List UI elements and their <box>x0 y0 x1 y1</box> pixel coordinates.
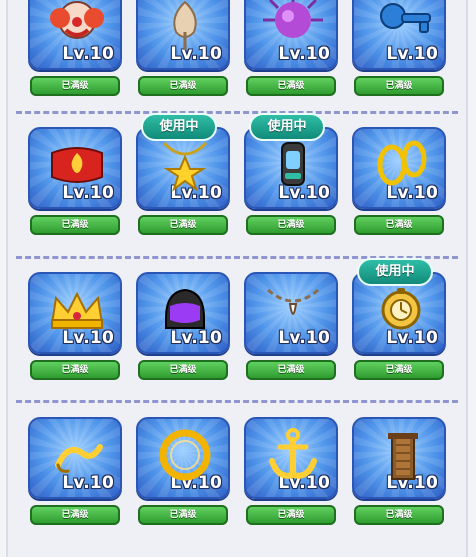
smartwatch-icon <box>281 142 305 186</box>
max-level-button[interactable]: 已满级 <box>354 505 444 525</box>
max-level-button[interactable]: 已满级 <box>30 215 120 235</box>
item-card[interactable]: Lv.10 已满级 <box>244 0 338 108</box>
item-card[interactable]: Lv.10 已满级 <box>244 272 338 392</box>
item-tile[interactable]: Lv.10 <box>352 417 446 499</box>
max-level-button[interactable]: 已满级 <box>30 76 120 96</box>
item-tile[interactable]: Lv.10 <box>244 417 338 499</box>
star-necklace-icon <box>162 141 208 192</box>
item-card[interactable]: Lv.10 已满级 <box>28 0 122 108</box>
blue-key-icon <box>380 3 431 33</box>
item-card[interactable]: Lv.10 已满级 <box>28 417 122 537</box>
row-separator <box>16 400 458 403</box>
row-separator <box>16 111 458 114</box>
max-level-button[interactable]: 已满级 <box>246 360 336 380</box>
item-card[interactable]: Lv.10 已满级 <box>136 417 230 537</box>
item-tile[interactable]: Lv.10 <box>136 417 230 499</box>
anchor-icon <box>269 428 317 479</box>
max-level-button[interactable]: 已满级 <box>354 360 444 380</box>
item-card[interactable]: Lv.10 已满级 <box>136 272 230 392</box>
max-level-button[interactable]: 已满级 <box>246 76 336 96</box>
item-tile[interactable]: Lv.10 <box>28 272 122 354</box>
item-tile[interactable]: Lv.10 <box>28 417 122 499</box>
max-level-button[interactable]: 已满级 <box>354 215 444 235</box>
crown-icon <box>50 291 104 329</box>
item-card[interactable]: Lv.10 已满级 <box>244 417 338 537</box>
in-use-badge: 使用中 <box>141 113 217 141</box>
max-level-button[interactable]: 已满级 <box>138 76 228 96</box>
max-level-button[interactable]: 已满级 <box>246 215 336 235</box>
max-level-button[interactable]: 已满级 <box>246 505 336 525</box>
max-level-button[interactable]: 已满级 <box>30 360 120 380</box>
item-card[interactable]: Lv.10 已满级 <box>352 127 446 247</box>
tooth-necklace-icon <box>267 288 319 315</box>
item-tile[interactable]: Lv.10 <box>352 0 446 70</box>
item-card[interactable]: Lv.10 已满级 <box>136 0 230 108</box>
item-grid: Lv.10 已满级 Lv.10 已满级 Lv.10 已满级 Lv.10 已满级 … <box>8 0 466 557</box>
item-tile[interactable]: Lv.10 <box>352 127 446 209</box>
item-card[interactable]: Lv.10 已满级 <box>28 272 122 392</box>
clown-mask-icon <box>50 1 104 39</box>
skyscraper-icon <box>388 433 418 480</box>
gold-ring-icon <box>159 429 211 481</box>
pocket-watch-icon <box>381 288 421 330</box>
max-level-button[interactable]: 已满级 <box>138 360 228 380</box>
item-tile[interactable]: Lv.10 <box>136 0 230 70</box>
item-tile[interactable]: Lv.10 <box>244 0 338 70</box>
gold-scroll-icon <box>55 444 103 473</box>
max-level-button[interactable]: 已满级 <box>138 215 228 235</box>
item-card[interactable]: 使用中 Lv.10 已满级 <box>352 258 446 392</box>
item-tile[interactable]: Lv.10 <box>28 127 122 209</box>
in-use-badge: 使用中 <box>357 258 433 286</box>
item-card[interactable]: 使用中 Lv.10 已满级 <box>244 113 338 247</box>
item-tile[interactable]: Lv.10 <box>28 0 122 70</box>
fire-wristband-icon <box>51 147 103 183</box>
max-level-button[interactable]: 已满级 <box>354 76 444 96</box>
in-use-badge: 使用中 <box>249 113 325 141</box>
item-card[interactable]: Lv.10 已满级 <box>352 417 446 537</box>
item-tile[interactable]: Lv.10 <box>136 272 230 354</box>
max-level-button[interactable]: 已满级 <box>138 505 228 525</box>
item-tile[interactable]: Lv.10 <box>244 272 338 354</box>
item-card[interactable]: Lv.10 已满级 <box>352 0 446 108</box>
helmet-icon <box>165 288 205 329</box>
purple-sea-urchin-icon <box>263 0 323 38</box>
item-card[interactable]: 使用中 Lv.10 已满级 <box>136 113 230 247</box>
gold-earrings-icon <box>377 140 427 186</box>
item-card[interactable]: Lv.10 已满级 <box>28 127 122 247</box>
max-level-button[interactable]: 已满级 <box>30 505 120 525</box>
item-collection-panel: Lv.10 已满级 Lv.10 已满级 Lv.10 已满级 Lv.10 已满级 … <box>6 0 468 557</box>
onion-pendant-icon <box>173 0 197 50</box>
